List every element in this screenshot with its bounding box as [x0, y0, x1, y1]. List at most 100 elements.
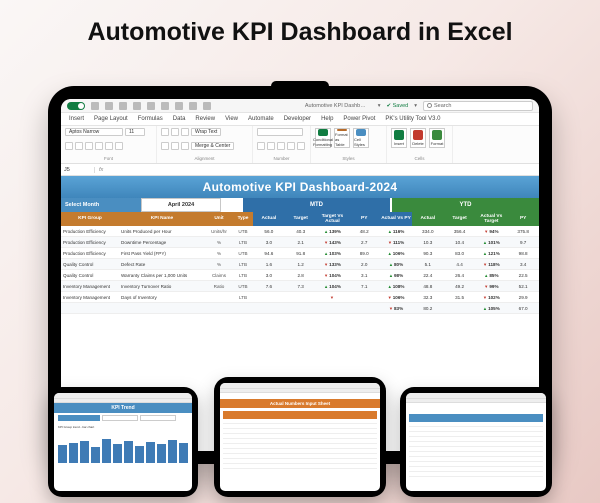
fill-color-button[interactable] [105, 142, 113, 150]
document-name[interactable]: Automotive KPI Dashb… [305, 103, 366, 109]
col-mtd-actual: Actual [253, 212, 285, 226]
table-row[interactable]: Production EfficiencyDowntime Percentage… [61, 237, 539, 248]
search-placeholder: Search [434, 103, 451, 109]
align-right-button[interactable] [181, 142, 189, 150]
select-month-label: Select Month [61, 198, 141, 212]
delete-cells-button[interactable]: Delete [410, 128, 426, 148]
comma-button[interactable] [277, 142, 285, 150]
qat-icon[interactable] [175, 102, 183, 110]
group-label-alignment: Alignment [161, 156, 248, 161]
mtd-header: MTD [243, 198, 390, 212]
group-label-cells: Cells [391, 156, 448, 161]
align-top-button[interactable] [161, 128, 169, 136]
tab-formulas[interactable]: Formulas [138, 115, 163, 123]
col-ytd-actual: Actual [412, 212, 444, 226]
percent-button[interactable] [267, 142, 275, 150]
dropdown-icon[interactable]: ▾ [414, 103, 417, 109]
ribbon: Aptos Narrow 11 Font Wr [61, 126, 539, 164]
tab-automate[interactable]: Automate [248, 115, 274, 123]
col-ytd-py: PY [507, 212, 539, 226]
group-label-styles: Styles [315, 156, 382, 161]
preview-tablet-3 [400, 387, 552, 497]
dropdown-icon[interactable]: ▾ [378, 103, 381, 109]
insert-cells-button[interactable]: Insert [391, 128, 407, 148]
group-label-number: Number [257, 156, 306, 161]
name-box[interactable]: J5 [61, 167, 95, 173]
quick-access-toolbar: Automotive KPI Dashb… ▾ ✔ Saved ▾ Search [61, 99, 539, 113]
tab-page-layout[interactable]: Page Layout [94, 115, 128, 123]
tab-developer[interactable]: Developer [284, 115, 311, 123]
cell-styles-button[interactable]: Cell Styles [353, 128, 369, 148]
decimal-dec-button[interactable] [297, 142, 305, 150]
tab-help[interactable]: Help [321, 115, 333, 123]
underline-button[interactable] [85, 142, 93, 150]
fx-label[interactable]: fx [95, 167, 107, 173]
saved-status: ✔ Saved [386, 103, 408, 109]
border-button[interactable] [95, 142, 103, 150]
ribbon-tabs: Insert Page Layout Formulas Data Review … [61, 113, 539, 126]
conditional-formatting-button[interactable]: Conditional Formatting [315, 128, 331, 148]
qat-icon[interactable] [161, 102, 169, 110]
dashboard-title: Automotive KPI Dashboard-2024 [61, 176, 539, 198]
qat-icon[interactable] [203, 102, 211, 110]
align-mid-button[interactable] [171, 128, 179, 136]
tab-insert[interactable]: Insert [69, 115, 84, 123]
currency-button[interactable] [257, 142, 265, 150]
qat-icon[interactable] [133, 102, 141, 110]
align-bottom-button[interactable] [181, 128, 189, 136]
autosave-toggle[interactable] [67, 102, 85, 110]
mini1-title: KPI Trend [54, 403, 192, 413]
search-icon [427, 103, 432, 108]
page-title: Automotive KPI Dashboard in Excel [0, 18, 600, 47]
table-row[interactable]: Production EfficiencyFirst Pass Yield (F… [61, 248, 539, 259]
table-row[interactable]: Quality ControlDefect Rate%LTB1.61.2▼133… [61, 259, 539, 270]
col-mtd-avp: Actual Vs PY [380, 212, 412, 226]
search-box[interactable]: Search [423, 101, 533, 111]
bold-button[interactable] [65, 142, 73, 150]
formula-bar: J5 fx [61, 164, 539, 176]
month-selector-row: Select Month April 2024 MTD YTD [61, 198, 539, 212]
redo-icon[interactable] [119, 102, 127, 110]
tab-pk-utility[interactable]: PK's Utility Tool V3.0 [385, 115, 440, 123]
col-type: Type [233, 212, 253, 226]
select-month-value[interactable]: April 2024 [141, 198, 221, 212]
undo-icon[interactable] [105, 102, 113, 110]
col-mtd-tva: Target Vs Actual [317, 212, 349, 226]
tab-data[interactable]: Data [173, 115, 186, 123]
font-family-select[interactable]: Aptos Narrow [65, 128, 123, 136]
format-table-button[interactable]: Format as Table [334, 128, 350, 148]
font-size-select[interactable]: 11 [125, 128, 145, 136]
preview-tablet-1: KPI Trend KPI Group trend - bar chart [48, 387, 198, 497]
col-unit: Unit [205, 212, 233, 226]
table-row[interactable]: Inventory ManagementDays of InventoryLTB… [61, 292, 539, 303]
save-icon[interactable] [91, 102, 99, 110]
tablet-notch [271, 81, 329, 91]
tab-view[interactable]: View [225, 115, 238, 123]
qat-icon[interactable] [147, 102, 155, 110]
font-color-button[interactable] [115, 142, 123, 150]
table-row[interactable]: Inventory ManagementInventory Turnover R… [61, 281, 539, 292]
align-left-button[interactable] [161, 142, 169, 150]
tab-review[interactable]: Review [195, 115, 215, 123]
col-ytd-tva: Actual Vs Target [475, 212, 507, 226]
align-center-button[interactable] [171, 142, 179, 150]
decimal-inc-button[interactable] [287, 142, 295, 150]
col-mtd-py: PY [348, 212, 380, 226]
tab-power-pivot[interactable]: Power Pivot [343, 115, 375, 123]
table-header: KPI Group KPI Name Unit Type Actual Targ… [61, 212, 539, 226]
col-kpi-group: KPI Group [61, 212, 119, 226]
number-format-select[interactable] [257, 128, 303, 136]
col-ytd-target: Target [444, 212, 476, 226]
table-row[interactable]: ▼83%80.2▲105%67.0 [61, 303, 539, 314]
ytd-header: YTD [392, 198, 539, 212]
mini2-title: Actual Numbers Input Sheet [220, 399, 380, 408]
table-row[interactable]: Quality ControlWarranty Claims per 1,000… [61, 270, 539, 281]
format-cells-button[interactable]: Format [429, 128, 445, 148]
qat-icon[interactable] [189, 102, 197, 110]
wrap-text-button[interactable]: Wrap Text [191, 128, 221, 136]
group-label-font: Font [65, 156, 152, 161]
preview-tablet-2: Actual Numbers Input Sheet [214, 377, 386, 497]
italic-button[interactable] [75, 142, 83, 150]
table-row[interactable]: Production EfficiencyUnits Produced per … [61, 226, 539, 237]
merge-center-button[interactable]: Merge & Center [191, 142, 234, 150]
